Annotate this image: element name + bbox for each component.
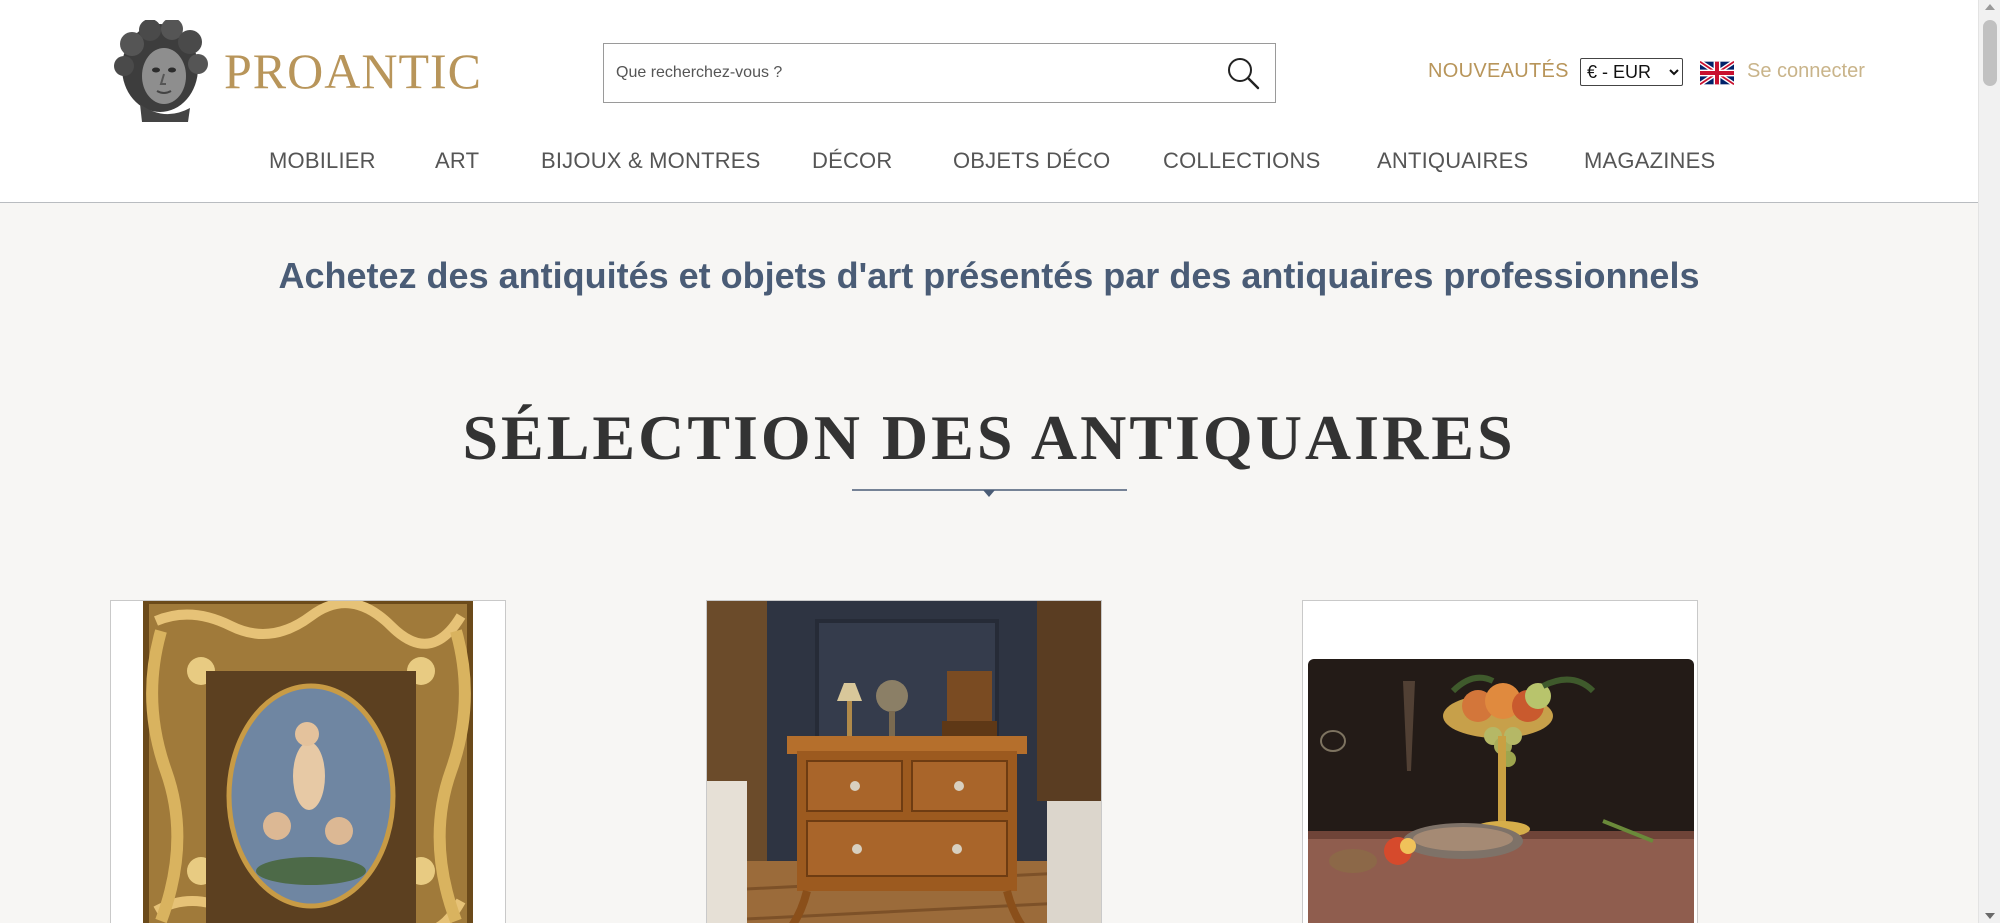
nav-item-decor[interactable]: DÉCOR bbox=[812, 148, 892, 174]
walnut-commode-image bbox=[707, 601, 1101, 923]
login-link[interactable]: Se connecter bbox=[1747, 60, 1865, 83]
product-card[interactable] bbox=[1302, 600, 1698, 923]
currency-select[interactable]: € - EUR bbox=[1580, 58, 1683, 86]
search-box bbox=[603, 43, 1276, 103]
scroll-up-arrow-icon[interactable] bbox=[1985, 4, 1995, 10]
scroll-thumb[interactable] bbox=[1983, 20, 1997, 86]
search-input[interactable] bbox=[604, 44, 1204, 102]
title-divider bbox=[852, 489, 1127, 497]
still-life-painting-image bbox=[1303, 601, 1697, 923]
nav-item-objets-deco[interactable]: OBJETS DÉCO bbox=[953, 148, 1110, 174]
nav-item-mobilier[interactable]: MOBILIER bbox=[269, 148, 376, 174]
logo[interactable]: PROANTIC bbox=[110, 20, 482, 122]
site-header: PROANTIC NOUVEAUTÉS € - EUR Se connecter… bbox=[0, 0, 1978, 203]
product-card[interactable] bbox=[110, 600, 506, 923]
classical-bust-icon bbox=[114, 20, 208, 122]
tagline: Achetez des antiquités et objets d'art p… bbox=[278, 255, 1700, 296]
scroll-down-arrow-icon[interactable] bbox=[1985, 913, 1995, 919]
uk-flag-icon[interactable] bbox=[1700, 61, 1734, 85]
product-card[interactable] bbox=[706, 600, 1102, 923]
main-nav: MOBILIER ART BIJOUX & MONTRES DÉCOR OBJE… bbox=[0, 148, 1978, 178]
page-scrollbar[interactable] bbox=[1978, 0, 2000, 923]
nav-item-antiquaires[interactable]: ANTIQUAIRES bbox=[1377, 148, 1528, 174]
brand-name: PROANTIC bbox=[224, 43, 483, 99]
nav-item-bijoux-montres[interactable]: BIJOUX & MONTRES bbox=[541, 148, 761, 174]
section-title: SÉLECTION DES ANTIQUAIRES bbox=[462, 402, 1516, 473]
nav-item-collections[interactable]: COLLECTIONS bbox=[1163, 148, 1320, 174]
nav-item-art[interactable]: ART bbox=[435, 148, 479, 174]
gilt-frame-painting-image bbox=[111, 601, 505, 923]
search-icon[interactable] bbox=[1225, 55, 1261, 91]
nouveautes-link[interactable]: NOUVEAUTÉS bbox=[1428, 60, 1569, 83]
nav-item-magazines[interactable]: MAGAZINES bbox=[1584, 148, 1715, 174]
